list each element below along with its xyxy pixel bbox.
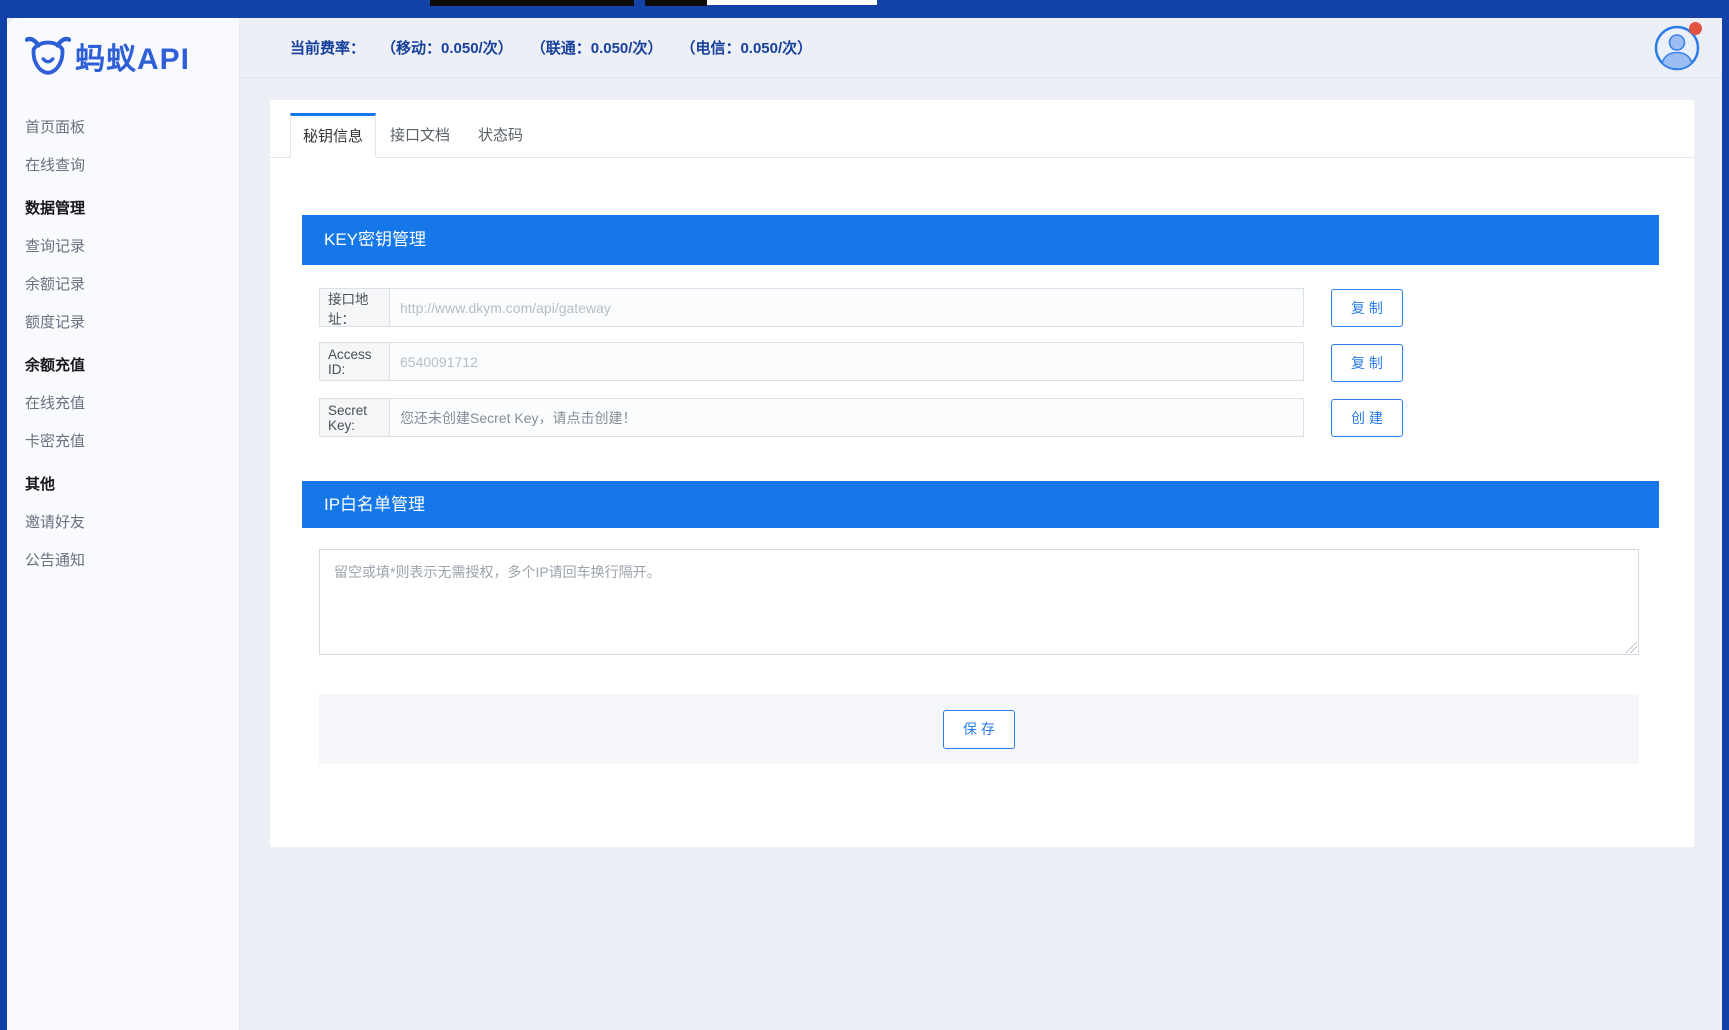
sidebar: 蚂蚁API 首页面板 在线查询 数据管理 查询记录 余额记录 额度记录 余额充值…	[7, 18, 240, 1030]
tab-status-codes[interactable]: 状态码	[464, 113, 537, 158]
sidebar-item-card-recharge[interactable]: 卡密充值	[25, 421, 239, 459]
access-id-label: Access ID:	[320, 343, 390, 380]
browser-tabbar-artifact	[430, 0, 634, 6]
sidebar-group-balance-recharge: 余额充值	[25, 345, 239, 383]
sidebar-menu: 首页面板 在线查询 数据管理 查询记录 余额记录 额度记录 余额充值 在线充值 …	[25, 107, 239, 578]
secret-key-message: 您还未创建Secret Key，请点击创建！	[390, 408, 636, 428]
tab-api-docs[interactable]: 接口文档	[376, 113, 464, 158]
window-left-frame	[0, 0, 7, 1030]
save-button[interactable]: 保 存	[943, 710, 1015, 749]
app-logo[interactable]: 蚂蚁API	[25, 33, 239, 79]
key-management-banner: KEY密钥管理	[302, 215, 1659, 265]
secret-key-value: 您还未创建Secret Key，请点击创建！	[390, 399, 1303, 436]
rate-mobile: （移动：0.050/次）	[381, 37, 513, 58]
sidebar-item-announcements[interactable]: 公告通知	[25, 540, 239, 578]
user-avatar[interactable]	[1654, 25, 1700, 71]
window-right-frame	[1722, 0, 1729, 1030]
sidebar-item-online-recharge[interactable]: 在线充值	[25, 383, 239, 421]
secret-key-label: Secret Key:	[320, 399, 390, 436]
sidebar-item-invite-friends[interactable]: 邀请好友	[25, 502, 239, 540]
app-logo-text: 蚂蚁API	[75, 34, 190, 78]
api-url-input[interactable]	[390, 289, 1303, 326]
api-url-value	[390, 289, 1303, 326]
ant-logo-icon	[25, 33, 71, 79]
sidebar-item-balance-records[interactable]: 余额记录	[25, 264, 239, 302]
access-id-value	[390, 343, 1303, 380]
api-url-row: 接口地址：	[319, 288, 1304, 327]
secret-key-row: Secret Key: 您还未创建Secret Key，请点击创建！	[319, 398, 1304, 437]
copy-api-url-button[interactable]: 复 制	[1331, 289, 1403, 327]
content-card: 秘钥信息 接口文档 状态码 KEY密钥管理 接口地址： Access ID: S…	[270, 100, 1694, 847]
tab-secret-info[interactable]: 秘钥信息	[290, 113, 376, 158]
sidebar-item-home[interactable]: 首页面板	[25, 107, 239, 145]
topbar: 当前费率： （移动：0.050/次） （联通：0.050/次） （电信：0.05…	[240, 18, 1722, 78]
rate-unicom: （联通：0.050/次）	[531, 37, 663, 58]
browser-tabbar-artifact	[645, 0, 707, 6]
current-rate-label: 当前费率：	[290, 37, 365, 58]
ip-whitelist-banner: IP白名单管理	[302, 481, 1659, 528]
api-url-label: 接口地址：	[320, 289, 390, 326]
access-id-row: Access ID:	[319, 342, 1304, 381]
sidebar-group-data-management: 数据管理	[25, 188, 239, 226]
sidebar-item-query-records[interactable]: 查询记录	[25, 226, 239, 264]
rate-telecom: （电信：0.050/次）	[680, 37, 812, 58]
main-content: 秘钥信息 接口文档 状态码 KEY密钥管理 接口地址： Access ID: S…	[240, 79, 1722, 1030]
sidebar-item-online-query[interactable]: 在线查询	[25, 145, 239, 183]
sidebar-group-other: 其他	[25, 464, 239, 502]
copy-access-id-button[interactable]: 复 制	[1331, 344, 1403, 382]
notification-badge-dot	[1689, 22, 1702, 35]
tab-bar: 秘钥信息 接口文档 状态码	[270, 100, 1694, 158]
browser-tabbar-artifact	[707, 0, 877, 5]
sidebar-item-quota-records[interactable]: 额度记录	[25, 302, 239, 340]
create-secret-key-button[interactable]: 创 建	[1331, 399, 1403, 437]
ip-whitelist-textarea[interactable]	[319, 549, 1639, 655]
user-avatar-icon	[1654, 58, 1700, 75]
save-band: 保 存	[319, 694, 1639, 764]
access-id-input[interactable]	[390, 343, 1303, 380]
